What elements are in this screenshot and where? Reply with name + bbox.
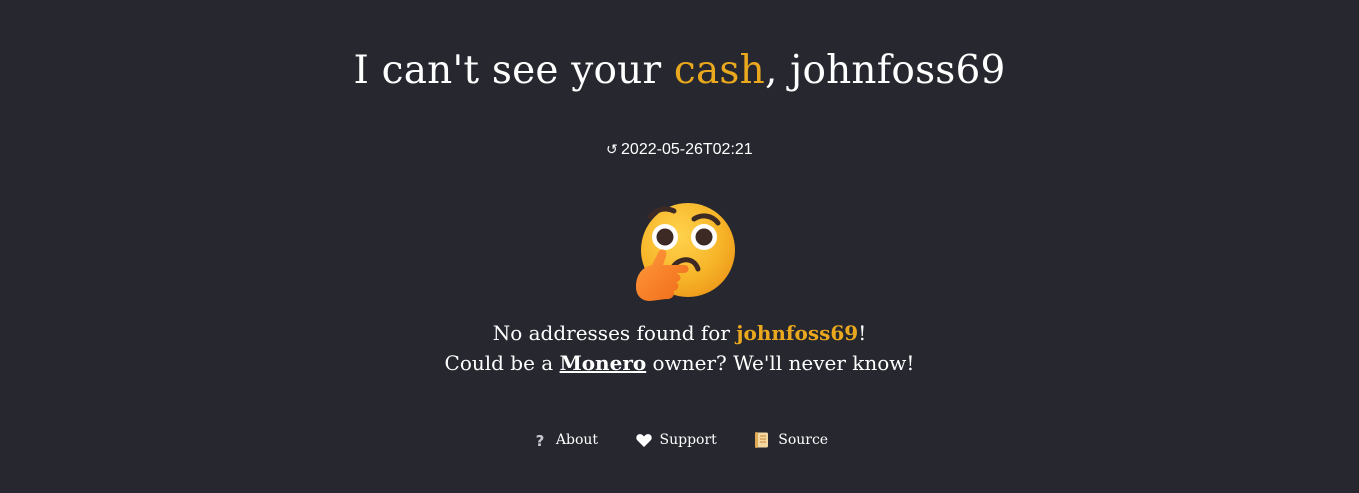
title-prefix: I can't see your	[353, 48, 674, 93]
about-label: About	[555, 432, 599, 448]
timestamp: ↻ 2022-05-26T02:21	[0, 139, 1359, 160]
message-suffix: !	[858, 321, 867, 345]
message-line2-suffix: owner? We'll never know!	[646, 351, 915, 375]
page: I can't see your cash, johnfoss69 ↻ 2022-…	[0, 0, 1359, 493]
username: johnfoss69	[736, 321, 859, 345]
history-icon: ↻	[606, 141, 619, 157]
no-addresses-message: No addresses found for johnfoss69! Could…	[0, 318, 1359, 378]
about-link[interactable]: ? About	[531, 428, 599, 452]
support-link[interactable]: Support	[635, 428, 717, 452]
scroll-icon	[753, 431, 771, 449]
message-line-1: No addresses found for johnfoss69!	[0, 318, 1359, 348]
message-line-2: Could be a Monero owner? We'll never kno…	[0, 348, 1359, 378]
footer-nav: ? About Support Source	[0, 428, 1359, 457]
message-line2-prefix: Could be a	[444, 351, 560, 375]
timestamp-value: 2022-05-26T02:21	[621, 141, 753, 158]
heart-icon	[635, 431, 653, 449]
title-accent: cash	[673, 48, 765, 93]
source-label: Source	[778, 432, 829, 448]
title-suffix: , johnfoss69	[764, 48, 1006, 93]
monero-link[interactable]: Monero	[560, 351, 647, 375]
thinking-face-emoji	[632, 201, 738, 307]
message-prefix: No addresses found for	[492, 321, 737, 345]
thinking-face-icon	[636, 203, 735, 301]
support-label: Support	[659, 432, 717, 448]
svg-text:?: ?	[536, 432, 545, 449]
page-title: I can't see your cash, johnfoss69	[0, 46, 1359, 96]
question-icon: ?	[531, 431, 549, 450]
source-link[interactable]: Source	[753, 428, 828, 452]
